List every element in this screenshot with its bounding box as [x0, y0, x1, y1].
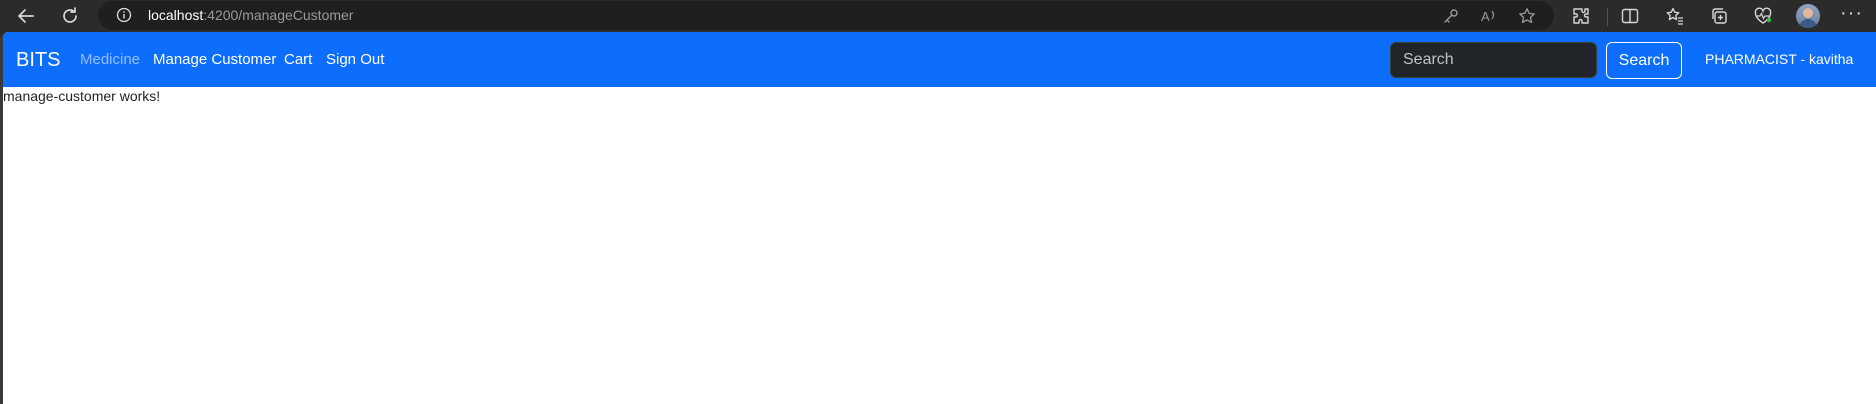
- url-host: localhost: [148, 7, 204, 23]
- profile-avatar[interactable]: [1796, 4, 1820, 28]
- search-button[interactable]: Search: [1606, 42, 1682, 79]
- nav-link-cart[interactable]: Cart: [284, 51, 312, 68]
- extensions-icon[interactable]: [1570, 5, 1592, 27]
- nav-link-sign-out[interactable]: Sign Out: [326, 51, 384, 68]
- refresh-icon[interactable]: [58, 4, 82, 28]
- key-icon[interactable]: [1442, 7, 1460, 25]
- user-role-label: PHARMACIST - kavitha: [1705, 51, 1854, 67]
- split-screen-icon[interactable]: [1619, 5, 1641, 27]
- favorite-star-icon[interactable]: [1518, 7, 1536, 25]
- page-viewport: BITS Medicine Manage Customer Cart Sign …: [0, 32, 1876, 404]
- back-arrow-icon[interactable]: [14, 4, 38, 28]
- browser-essentials-icon[interactable]: [1752, 5, 1774, 27]
- read-aloud-icon[interactable]: A: [1480, 7, 1498, 25]
- svg-text:A: A: [1481, 9, 1490, 24]
- page-content-text: manage-customer works!: [3, 88, 161, 104]
- more-icon[interactable]: ···: [1840, 2, 1863, 25]
- nav-link-medicine[interactable]: Medicine: [80, 51, 140, 68]
- app-navbar: BITS Medicine Manage Customer Cart Sign …: [3, 32, 1876, 87]
- info-icon[interactable]: [116, 7, 132, 23]
- browser-toolbar: localhost:4200/manageCustomer A ···: [0, 0, 1876, 32]
- address-bar[interactable]: localhost:4200/manageCustomer A: [98, 1, 1554, 30]
- url-text: localhost:4200/manageCustomer: [148, 7, 353, 23]
- collections-icon[interactable]: [1708, 5, 1730, 27]
- brand-logo[interactable]: BITS: [16, 49, 60, 72]
- nav-link-manage-customer[interactable]: Manage Customer: [153, 51, 276, 68]
- favorites-icon[interactable]: [1664, 5, 1686, 27]
- toolbar-divider: [1607, 8, 1608, 26]
- url-path: :4200/manageCustomer: [203, 7, 354, 23]
- search-input[interactable]: [1390, 42, 1597, 78]
